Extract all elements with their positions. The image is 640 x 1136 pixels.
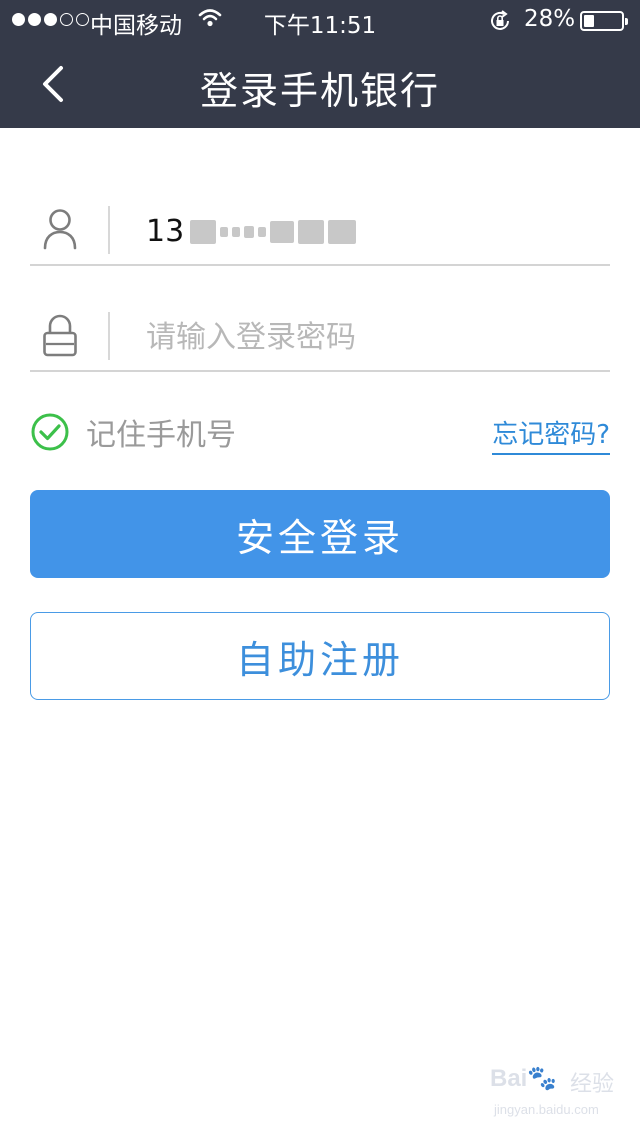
field-divider (108, 206, 110, 254)
password-input[interactable] (146, 314, 596, 360)
phone-input[interactable] (146, 208, 596, 254)
forgot-password-link[interactable]: 忘记密码? (492, 414, 610, 455)
phone-field (30, 206, 610, 266)
battery-fill (584, 15, 594, 27)
password-field (30, 312, 610, 372)
remember-phone-label: 记住手机号 (86, 418, 236, 453)
watermark-url: jingyan.baidu.com (494, 1102, 599, 1117)
header: 中国移动 下午11:51 28% 登录手机银行 (0, 0, 640, 128)
battery-icon (580, 11, 628, 31)
secure-login-button[interactable]: 安全登录 (30, 490, 610, 578)
watermark-text: 经验 (570, 1072, 615, 1097)
rotation-lock-icon (488, 9, 512, 39)
lock-icon (42, 314, 78, 362)
nav-bar: 登录手机银行 (0, 40, 640, 128)
check-circle-icon (31, 413, 69, 451)
self-register-button[interactable]: 自助注册 (30, 612, 610, 700)
remember-phone-toggle[interactable]: 记住手机号 (30, 410, 236, 454)
battery-percent: 28% (524, 6, 576, 32)
baidu-jingyan-watermark: Bai🐾 经验 jingyan.baidu.com (490, 1064, 620, 1124)
user-icon (42, 208, 78, 254)
page-title: 登录手机银行 (199, 69, 440, 113)
watermark-logo: Bai🐾 (490, 1065, 558, 1092)
status-bar: 中国移动 下午11:51 28% (0, 0, 640, 40)
field-divider (108, 312, 110, 360)
